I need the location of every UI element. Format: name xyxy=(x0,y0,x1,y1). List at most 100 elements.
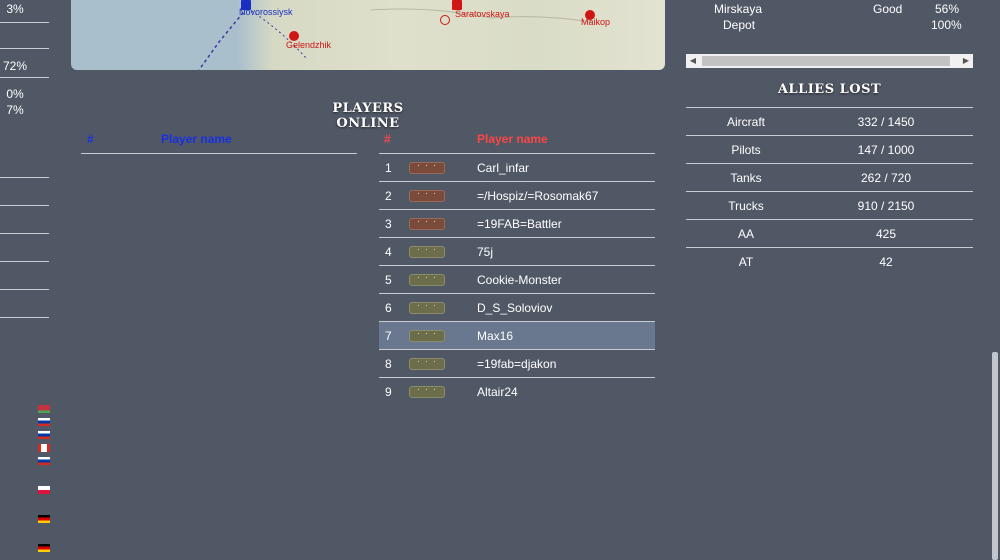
row-divider xyxy=(0,233,49,234)
player-row[interactable]: 5 Cookie-Monster xyxy=(379,266,655,294)
player-number: 6 xyxy=(385,301,392,315)
loss-row: Tanks 262 / 720 xyxy=(686,164,973,192)
loss-label: AT xyxy=(738,255,754,269)
russia-flag-icon xyxy=(38,418,50,426)
row-divider xyxy=(0,22,49,23)
row-divider xyxy=(0,205,49,206)
red-num-header: # xyxy=(384,132,391,146)
airfield-supply: 100% xyxy=(931,18,962,32)
blue-num-header: # xyxy=(87,132,94,146)
page-vertical-scrollbar[interactable] xyxy=(990,0,1000,560)
row-divider xyxy=(0,289,49,290)
germany-flag-icon xyxy=(38,515,50,523)
map-city-label: Gelendzhik xyxy=(286,40,332,50)
loss-value: 42 xyxy=(879,255,893,269)
loss-label: Pilots xyxy=(731,143,761,157)
belarus-flag-icon xyxy=(38,405,50,413)
scrollbar-thumb[interactable] xyxy=(702,56,950,66)
player-number: 1 xyxy=(385,161,392,175)
loss-value: 147 / 1000 xyxy=(857,143,915,157)
table-divider xyxy=(81,153,357,154)
loss-value: 262 / 720 xyxy=(860,171,912,185)
red-player-name-header: Player name xyxy=(477,132,548,146)
player-number: 8 xyxy=(385,357,392,371)
loss-label: AA xyxy=(737,227,754,241)
left-stat-value: 7% xyxy=(6,103,24,117)
loss-row: Trucks 910 / 2150 xyxy=(686,192,973,220)
map-city-label: Saratovskaya xyxy=(455,9,510,19)
player-number: 3 xyxy=(385,217,392,231)
rank-insignia-icon xyxy=(409,356,445,370)
rank-insignia-icon xyxy=(409,300,445,314)
rank-insignia-icon xyxy=(409,328,445,342)
battle-map[interactable]: Novorossiysk Gelendzhik Saratovskaya Mai… xyxy=(71,0,665,70)
airfield-name: Mirskaya xyxy=(714,2,763,16)
loss-row: AT 42 xyxy=(686,248,973,276)
player-name: Altair24 xyxy=(477,385,518,399)
horizontal-scrollbar[interactable]: ◀ ▶ xyxy=(686,54,973,68)
scroll-right-icon[interactable]: ▶ xyxy=(959,54,973,68)
loss-row: AA 425 xyxy=(686,220,973,248)
row-divider xyxy=(0,317,49,318)
player-name: Cookie-Monster xyxy=(477,273,562,287)
player-name: Max16 xyxy=(477,329,514,343)
player-row[interactable]: 4 75j xyxy=(379,238,655,266)
player-row[interactable]: 3 =19FAB=Battler xyxy=(379,210,655,238)
germany-flag-icon xyxy=(38,544,50,552)
map-city-label: Novorossiysk xyxy=(239,7,293,17)
rank-insignia-icon xyxy=(409,384,445,398)
row-divider xyxy=(0,48,49,49)
left-stat-value: 0% xyxy=(6,87,24,101)
player-name: =/Hospiz/=Rosomak67 xyxy=(477,189,599,203)
row-divider xyxy=(0,177,49,178)
players-online-title: Players online xyxy=(332,101,404,131)
row-divider xyxy=(0,77,49,78)
player-name: D_S_Soloviov xyxy=(477,301,553,315)
scrollbar-thumb[interactable] xyxy=(992,352,998,560)
map-routes xyxy=(198,7,592,70)
player-row[interactable]: 8 =19fab=djakon xyxy=(379,350,655,378)
player-name: Carl_infar xyxy=(477,161,530,175)
loss-value: 332 / 1450 xyxy=(857,115,915,129)
loss-label: Aircraft xyxy=(726,115,765,129)
map-city-label: Maikop xyxy=(581,17,611,27)
loss-row: Pilots 147 / 1000 xyxy=(686,136,973,164)
loss-label: Tanks xyxy=(730,171,762,185)
left-stat-value: 72% xyxy=(2,59,28,73)
russia-flag-icon xyxy=(38,457,50,465)
airfield-name: Depot xyxy=(723,18,756,32)
player-number: 4 xyxy=(385,245,392,259)
airfield-supply: 56% xyxy=(935,2,960,16)
player-number: 5 xyxy=(385,273,392,287)
player-name: 75j xyxy=(477,245,494,259)
loss-label: Trucks xyxy=(728,199,764,213)
canada-flag-icon xyxy=(38,444,50,452)
target-marker-icon[interactable] xyxy=(440,15,450,25)
loss-value: 910 / 2150 xyxy=(857,199,915,213)
player-row[interactable]: 1 Carl_infar xyxy=(379,154,655,182)
player-row[interactable]: 2 =/Hospiz/=Rosomak67 xyxy=(379,182,655,210)
player-row[interactable]: 6 D_S_Soloviov xyxy=(379,294,655,322)
loss-value: 425 xyxy=(875,227,897,241)
russia-flag-icon xyxy=(38,431,50,439)
left-stat-value: 3% xyxy=(6,2,24,16)
player-name: =19fab=djakon xyxy=(477,357,557,371)
player-row[interactable]: 9 Altair24 xyxy=(379,378,655,406)
loss-row: Aircraft 332 / 1450 xyxy=(686,108,973,136)
rank-insignia-icon xyxy=(409,272,445,286)
player-number: 7 xyxy=(385,329,392,343)
rank-insignia-icon xyxy=(409,244,445,258)
player-number: 2 xyxy=(385,189,392,203)
player-name: =19FAB=Battler xyxy=(477,217,562,231)
rank-insignia-icon xyxy=(409,160,445,174)
scroll-left-icon[interactable]: ◀ xyxy=(686,54,700,68)
airfield-status: Good xyxy=(873,2,903,16)
rank-insignia-icon xyxy=(409,188,445,202)
row-divider xyxy=(0,261,49,262)
allies-lost-title: Allies lost xyxy=(777,82,882,97)
player-row-selected[interactable]: 7 Max16 xyxy=(379,322,655,350)
blue-player-name-header: Player name xyxy=(161,132,232,146)
player-number: 9 xyxy=(385,385,392,399)
rank-insignia-icon xyxy=(409,216,445,230)
poland-flag-icon xyxy=(38,486,50,494)
